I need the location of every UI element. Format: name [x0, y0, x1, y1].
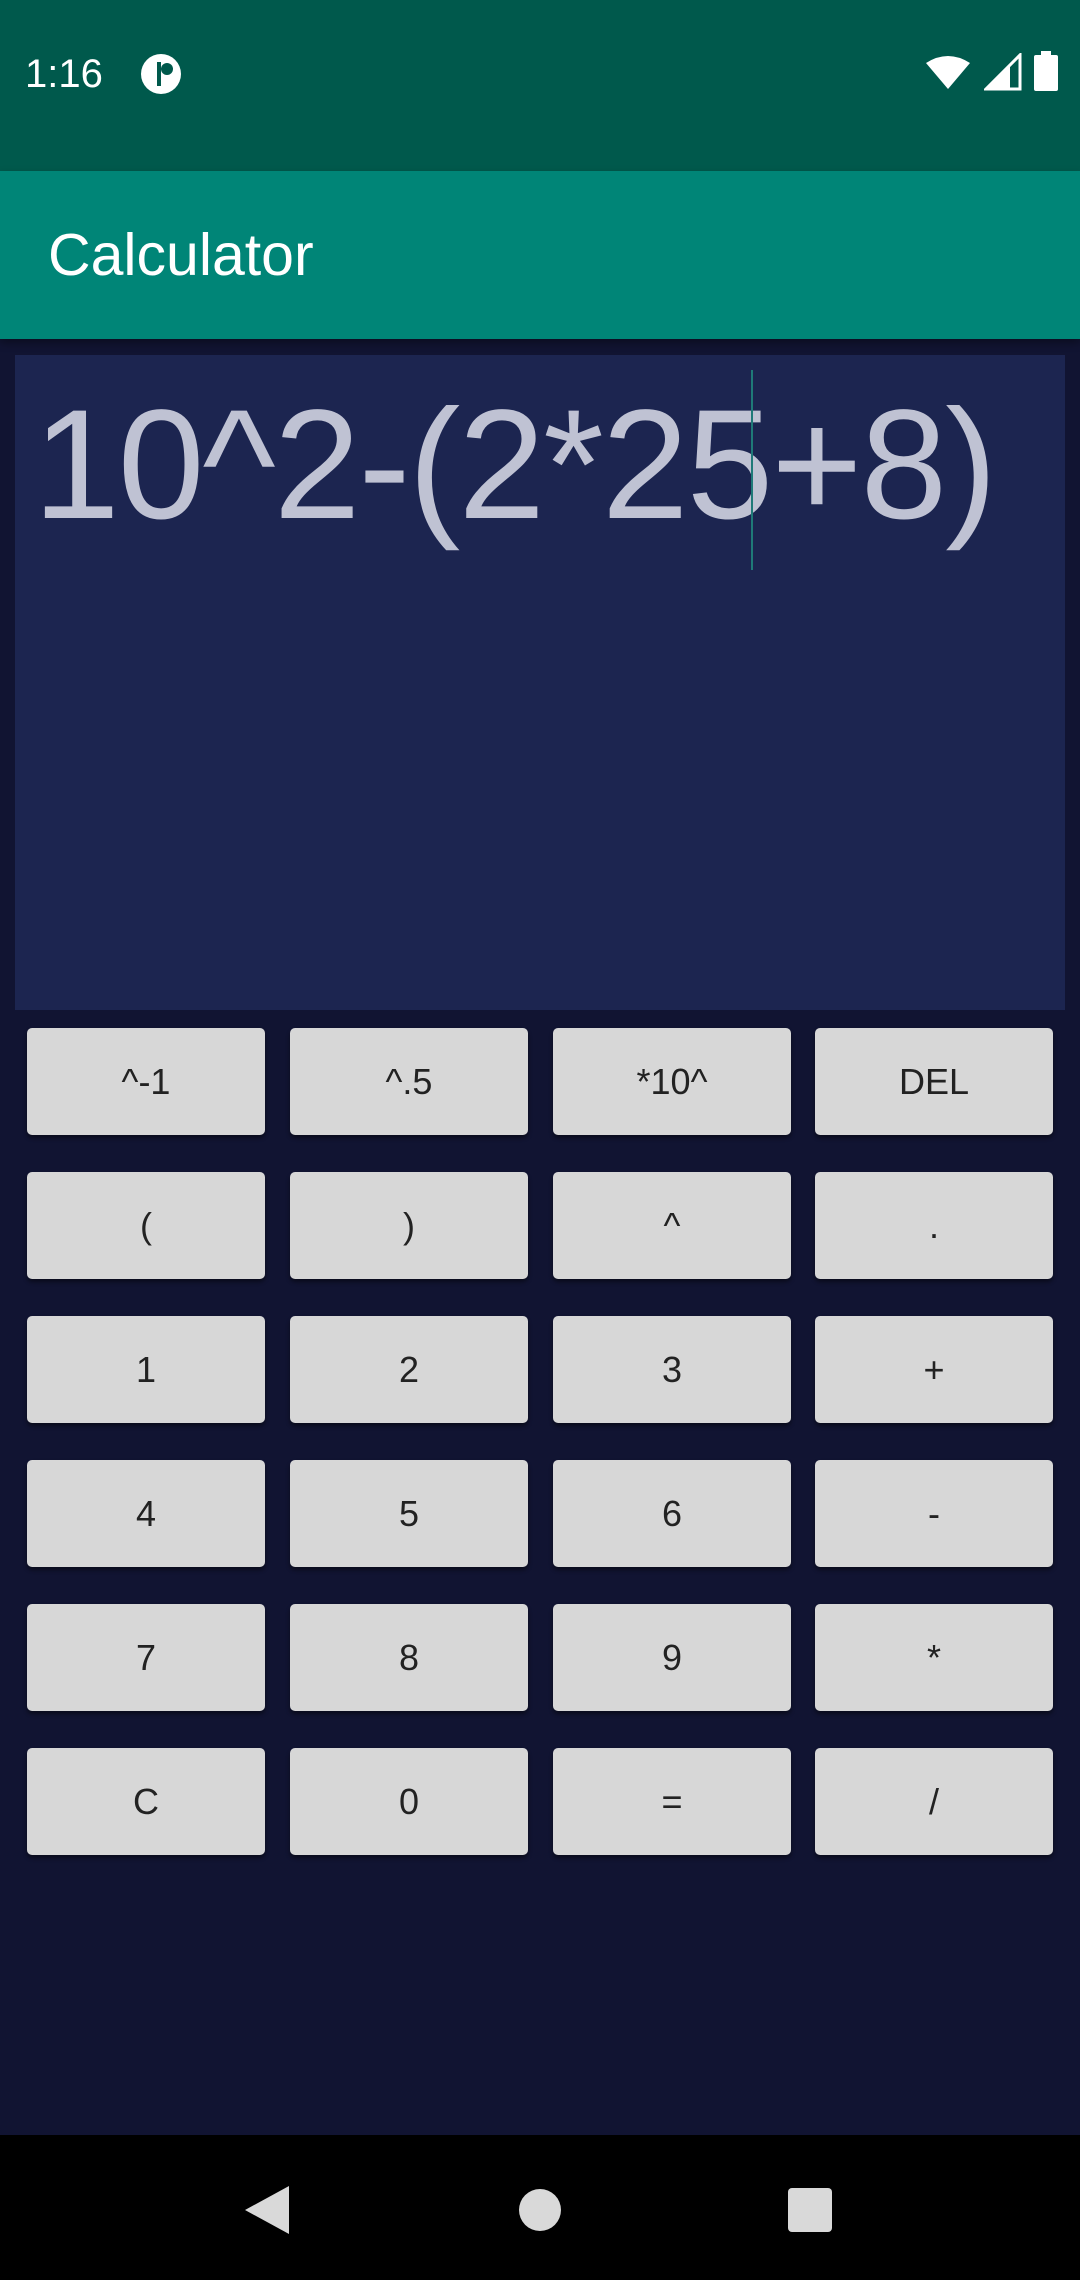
digit-2-button[interactable]: 2 [290, 1316, 528, 1423]
decimal-button[interactable]: . [815, 1172, 1053, 1279]
battery-icon [1034, 51, 1058, 96]
open-paren-button[interactable]: ( [27, 1172, 265, 1279]
text-cursor [751, 370, 753, 570]
app-title: Calculator [48, 222, 314, 288]
digit-0-button[interactable]: 0 [290, 1748, 528, 1855]
minus-button[interactable]: - [815, 1460, 1053, 1567]
digit-3-button[interactable]: 3 [553, 1316, 791, 1423]
inverse-button[interactable]: ^-1 [27, 1028, 265, 1135]
expression-text: 10^2-(2*25+8) [33, 378, 997, 552]
cellular-signal-icon [982, 51, 1022, 96]
divide-button[interactable]: / [815, 1748, 1053, 1855]
status-time: 1:16 [25, 52, 103, 96]
status-bar: 1:16 [0, 0, 1080, 171]
close-paren-button[interactable]: ) [290, 1172, 528, 1279]
digit-1-button[interactable]: 1 [27, 1316, 265, 1423]
multiply-button[interactable]: * [815, 1604, 1053, 1711]
status-icons [924, 51, 1058, 96]
digit-6-button[interactable]: 6 [553, 1460, 791, 1567]
media-player-icon [140, 53, 182, 95]
digit-7-button[interactable]: 7 [27, 1604, 265, 1711]
digit-4-button[interactable]: 4 [27, 1460, 265, 1567]
digit-9-button[interactable]: 9 [553, 1604, 791, 1711]
expression-display[interactable]: 10^2-(2*25+8) [15, 355, 1065, 1010]
square-root-button[interactable]: ^.5 [290, 1028, 528, 1135]
app-bar: Calculator [0, 171, 1080, 339]
times-ten-power-button[interactable]: *10^ [553, 1028, 791, 1135]
recents-icon[interactable] [765, 2165, 855, 2255]
delete-button[interactable]: DEL [815, 1028, 1053, 1135]
navigation-bar [0, 2135, 1080, 2280]
wifi-icon [924, 55, 972, 96]
plus-button[interactable]: + [815, 1316, 1053, 1423]
digit-8-button[interactable]: 8 [290, 1604, 528, 1711]
back-icon[interactable] [222, 2165, 312, 2255]
digit-5-button[interactable]: 5 [290, 1460, 528, 1567]
power-button[interactable]: ^ [553, 1172, 791, 1279]
home-icon[interactable] [495, 2165, 585, 2255]
equals-button[interactable]: = [553, 1748, 791, 1855]
clear-button[interactable]: C [27, 1748, 265, 1855]
